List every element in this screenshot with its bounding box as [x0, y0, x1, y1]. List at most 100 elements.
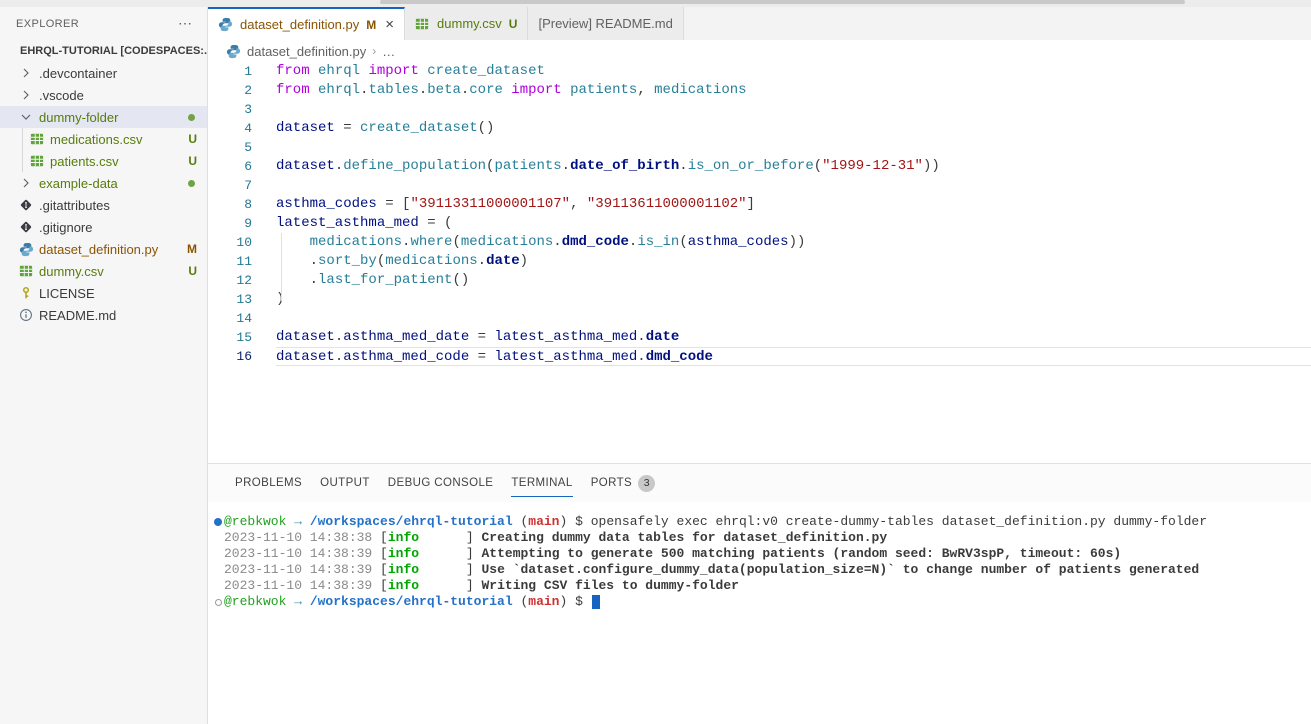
panel-tab-debug-console[interactable]: DEBUG CONSOLE [379, 464, 503, 502]
git-status-badge: M [187, 242, 197, 256]
code-line-content: latest_asthma_med = ( [276, 214, 1311, 233]
code-line-2[interactable]: 2from ehrql.tables.beta.core import pati… [208, 81, 1311, 100]
workspace-label: EHRQL-TUTORIAL [CODESPACES:... [20, 45, 207, 57]
python-icon [218, 17, 234, 33]
python-icon [18, 241, 34, 257]
terminal-text: @rebkwok → /workspaces/ehrql-tutorial (m… [224, 594, 600, 610]
code-line-15[interactable]: 15dataset.asthma_med_date = latest_asthm… [208, 328, 1311, 347]
tree-item-dataset-definition-py[interactable]: dataset_definition.pyM [0, 238, 207, 260]
terminal-line: 2023-11-10 14:38:39 [info ] Writing CSV … [212, 578, 1311, 594]
code-line-4[interactable]: 4 dataset = create_dataset() [208, 119, 1311, 138]
code-line-13[interactable]: 13) [208, 290, 1311, 309]
chevron-right-icon [18, 65, 34, 81]
panel-tab-label: PORTS [591, 477, 632, 489]
code-line-7[interactable]: 7 [208, 176, 1311, 195]
tree-item--gitattributes[interactable]: .gitattributes [0, 194, 207, 216]
chevron-down-icon [18, 109, 34, 125]
line-number: 3 [208, 100, 252, 119]
panel-tab-problems[interactable]: PROBLEMS [226, 464, 311, 502]
tree-item-dummy-csv[interactable]: dummy.csvU [0, 260, 207, 282]
tree-item-license[interactable]: LICENSE [0, 282, 207, 304]
tab-label: dummy.csv [437, 16, 502, 31]
tree-item-example-data[interactable]: example-data [0, 172, 207, 194]
tree-item--vscode[interactable]: .vscode [0, 84, 207, 106]
code-line-content: from ehrql.tables.beta.core import patie… [276, 81, 1311, 100]
terminal-text: @rebkwok → /workspaces/ehrql-tutorial (m… [224, 514, 1207, 530]
file-label: medications.csv [50, 132, 188, 147]
file-tree: .devcontainer.vscodedummy-foldermedicati… [0, 62, 207, 326]
tree-item--devcontainer[interactable]: .devcontainer [0, 62, 207, 84]
code-line-content: dataset.define_population(patients.date_… [276, 157, 1311, 176]
code-line-9[interactable]: 9latest_asthma_med = ( [208, 214, 1311, 233]
file-label: README.md [39, 308, 207, 323]
tab--preview-readme-md[interactable]: [Preview] README.md [528, 7, 683, 40]
code-line-16[interactable]: 16dataset.asthma_med_code = latest_asthm… [208, 347, 1311, 366]
tree-item-patients-csv[interactable]: patients.csvU [0, 150, 207, 172]
code-line-5[interactable]: 5 [208, 138, 1311, 157]
command-decoration-icon[interactable] [212, 518, 224, 526]
line-number: 15 [208, 328, 252, 347]
close-icon[interactable]: × [385, 17, 394, 32]
panel-tab-label: DEBUG CONSOLE [388, 477, 494, 489]
git-icon [18, 219, 34, 235]
line-number: 13 [208, 290, 252, 309]
breadcrumb[interactable]: dataset_definition.py › … [208, 40, 1311, 62]
code-line-3[interactable]: 3 [208, 100, 1311, 119]
panel-tab-ports[interactable]: PORTS3 [582, 464, 664, 502]
file-label: .vscode [39, 88, 207, 103]
code-line-6[interactable]: 6 dataset.define_population(patients.date… [208, 157, 1311, 176]
terminal[interactable]: @rebkwok → /workspaces/ehrql-tutorial (m… [208, 502, 1311, 724]
explorer-header: EXPLORER ⋯ [0, 7, 207, 40]
code-line-content [276, 100, 1311, 119]
workspace-root-folder[interactable]: EHRQL-TUTORIAL [CODESPACES:... [0, 40, 207, 62]
line-number: 12 [208, 271, 252, 290]
file-label: dummy.csv [39, 264, 188, 279]
line-number: 6 [208, 157, 252, 176]
breadcrumb-more[interactable]: … [382, 44, 395, 59]
git-status-badge: U [188, 132, 197, 146]
code-line-8[interactable]: 8asthma_codes = ["39113311000001107", "3… [208, 195, 1311, 214]
tab-dummy-csv[interactable]: dummy.csvU [405, 7, 528, 40]
code-line-12[interactable]: 12 .last_for_patient() [208, 271, 1311, 290]
explorer-sidebar: EXPLORER ⋯ EHRQL-TUTORIAL [CODESPACES:..… [0, 7, 208, 724]
code-line-content [276, 176, 1311, 195]
chevron-right-icon [18, 175, 34, 191]
tree-item-readme-md[interactable]: README.md [0, 304, 207, 326]
bottom-panel: PROBLEMSOUTPUTDEBUG CONSOLETERMINALPORTS… [208, 463, 1311, 724]
tab-dataset-definition-py[interactable]: dataset_definition.pyM× [208, 7, 405, 40]
code-line-content: from ehrql import create_dataset [276, 62, 1311, 81]
code-line-content: dataset = create_dataset() [276, 119, 1311, 138]
license-key-icon [18, 285, 34, 301]
terminal-line: @rebkwok → /workspaces/ehrql-tutorial (m… [212, 594, 1311, 610]
line-number: 10 [208, 233, 252, 252]
code-editor[interactable]: 1from ehrql import create_dataset2from e… [208, 62, 1311, 463]
panel-tab-output[interactable]: OUTPUT [311, 464, 379, 502]
terminal-line: @rebkwok → /workspaces/ehrql-tutorial (m… [212, 514, 1311, 530]
tree-item--gitignore[interactable]: .gitignore [0, 216, 207, 238]
code-line-14[interactable]: 14 [208, 309, 1311, 328]
breadcrumb-file[interactable]: dataset_definition.py [247, 44, 366, 59]
tab-label: dataset_definition.py [240, 17, 359, 32]
indentation-guide [281, 233, 282, 301]
tree-item-dummy-folder[interactable]: dummy-folder [0, 106, 207, 128]
editor-column: dataset_definition.pyM×dummy.csvU[Previe… [208, 7, 1311, 724]
code-line-content [276, 138, 1311, 157]
command-decoration-icon[interactable] [212, 599, 224, 606]
code-line-10[interactable]: 10 medications.where(medications.dmd_cod… [208, 233, 1311, 252]
git-status-badge: U [188, 264, 197, 278]
terminal-text: 2023-11-10 14:38:39 [info ] Use `dataset… [224, 562, 1199, 578]
line-number: 7 [208, 176, 252, 195]
code-line-1[interactable]: 1from ehrql import create_dataset [208, 62, 1311, 81]
tabbar-scrollbar[interactable] [380, 0, 1185, 4]
main-layout: EXPLORER ⋯ EHRQL-TUTORIAL [CODESPACES:..… [0, 7, 1311, 724]
chevron-right-icon [18, 87, 34, 103]
tree-item-medications-csv[interactable]: medications.csvU [0, 128, 207, 150]
code-line-11[interactable]: 11 .sort_by(medications.date) [208, 252, 1311, 271]
panel-tab-terminal[interactable]: TERMINAL [502, 464, 581, 502]
panel-tab-label: PROBLEMS [235, 477, 302, 489]
explorer-title: EXPLORER [16, 18, 79, 30]
indent-guide [22, 150, 23, 172]
line-number: 4 [208, 119, 252, 138]
explorer-actions-icon[interactable]: ⋯ [178, 15, 193, 32]
file-label: .gitignore [39, 220, 207, 235]
